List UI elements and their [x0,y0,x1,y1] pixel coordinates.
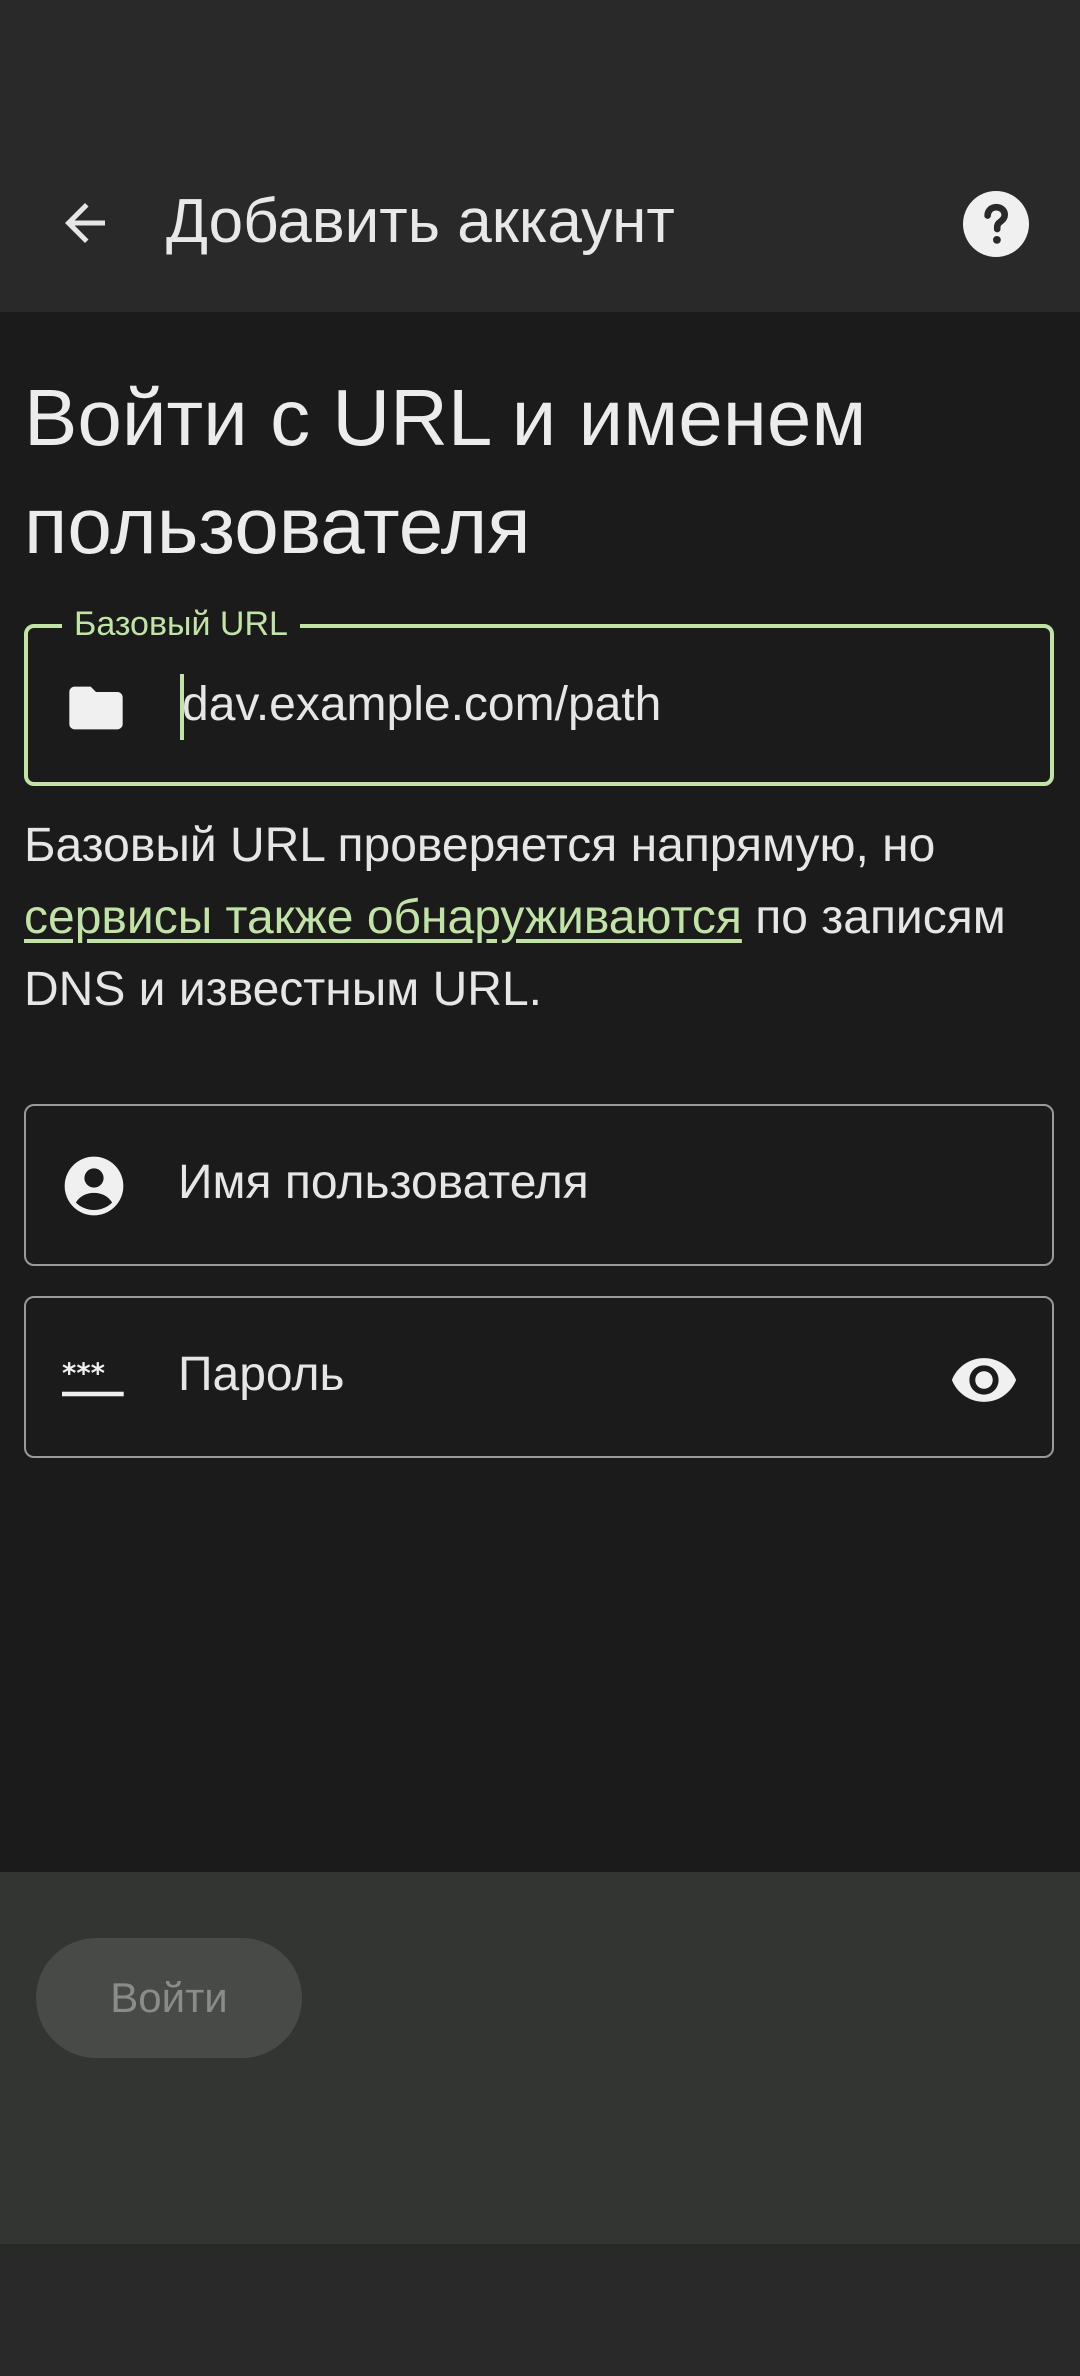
navigation-bar [0,2244,1080,2376]
bottom-action-panel: Войти [0,1872,1080,2244]
eye-icon [951,1358,1017,1402]
arrow-back-icon [65,203,105,243]
login-button[interactable]: Войти [36,1938,302,2058]
svg-text:***: *** [62,1359,105,1390]
help-text-prefix: Базовый URL проверяется напрямую, но [24,819,936,872]
password-input[interactable]: Пароль [178,1298,345,1452]
folder-icon [64,676,128,740]
login-form: Войти с URL и именем пользователя Базовы… [0,312,1080,1872]
back-button[interactable] [40,178,130,268]
app-bar-title: Добавить аккаунт [166,187,675,256]
base-url-input[interactable]: dav.example.com/path [182,628,661,782]
service-discovery-link[interactable]: сервисы также обнаруживаются [24,891,742,944]
status-bar [0,0,1080,132]
toggle-password-visibility-button[interactable] [946,1342,1022,1418]
username-input[interactable]: Имя пользователя [178,1106,589,1260]
page-heading: Войти с URL и именем пользователя [24,373,867,570]
base-url-help-text: Базовый URL проверяется напрямую, но сер… [24,810,1054,1026]
password-field[interactable]: *** Пароль [24,1296,1054,1458]
top-app-bar: Добавить аккаунт [0,132,1080,312]
username-field[interactable]: Имя пользователя [24,1104,1054,1266]
password-icon: *** [62,1346,126,1410]
base-url-field[interactable]: Базовый URL dav.example.com/path [24,602,1054,786]
help-icon [963,191,1029,257]
account-circle-icon [62,1154,126,1218]
help-button[interactable] [952,180,1040,268]
